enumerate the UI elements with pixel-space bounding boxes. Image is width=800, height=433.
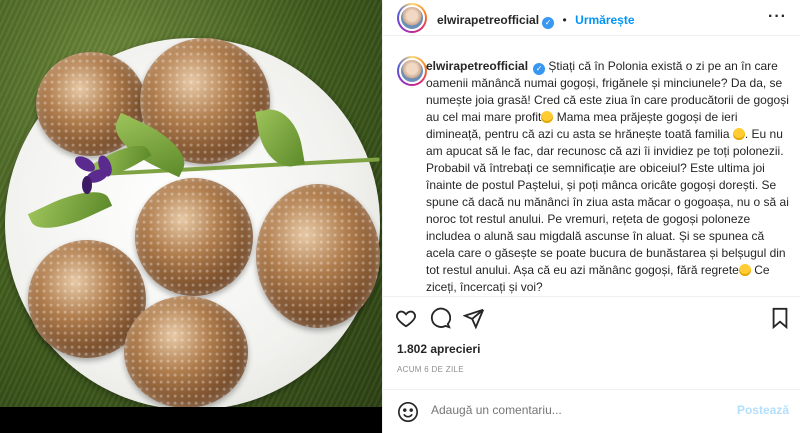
verified-badge-icon: ✓ xyxy=(533,63,546,75)
verified-badge-icon: ✓ xyxy=(542,17,555,29)
laughing-emoji-icon xyxy=(732,128,745,140)
laughing-emoji-icon xyxy=(541,111,554,123)
donut xyxy=(135,178,253,296)
post-photo[interactable] xyxy=(0,0,382,433)
comment-input[interactable] xyxy=(431,403,731,417)
laughing-emoji-icon xyxy=(738,264,751,276)
donut xyxy=(124,296,248,408)
post-timestamp[interactable]: ACUM 6 DE ZILE xyxy=(397,365,464,374)
caption-username[interactable]: elwirapetreofficial xyxy=(426,59,528,73)
comment-bar: Postează xyxy=(383,389,800,433)
post-header: elwirapetreofficial ✓ • Urmărește ··· xyxy=(383,0,800,36)
action-bar xyxy=(383,296,800,338)
caption-part-3: . Eu nu am apucat să le fac, dar recunos… xyxy=(426,127,789,277)
post-comment-button[interactable]: Postează xyxy=(737,403,789,417)
header-username[interactable]: elwirapetreofficial xyxy=(437,13,539,27)
violet-flower xyxy=(72,153,115,194)
photo-bottom-bar xyxy=(0,407,382,433)
more-options-icon[interactable]: ··· xyxy=(768,8,787,26)
caption-text: elwirapetreofficial ✓ Știați că în Poloni… xyxy=(426,58,794,294)
bookmark-icon[interactable] xyxy=(769,307,791,329)
follow-button[interactable]: Urmărește xyxy=(575,13,634,27)
donut xyxy=(256,184,380,328)
heart-icon[interactable] xyxy=(395,307,417,329)
caption-area: elwirapetreofficial ✓ Știați că în Poloni… xyxy=(383,36,800,294)
caption-avatar[interactable] xyxy=(397,56,427,86)
post-details-panel: elwirapetreofficial ✓ • Urmărește ··· elw… xyxy=(382,0,800,433)
comment-icon[interactable] xyxy=(429,307,451,329)
separator-dot: • xyxy=(562,13,567,27)
send-icon[interactable] xyxy=(463,307,485,329)
avatar[interactable] xyxy=(397,3,427,33)
smiley-icon[interactable] xyxy=(397,401,419,423)
likes-count[interactable]: 1.802 aprecieri xyxy=(397,342,480,356)
